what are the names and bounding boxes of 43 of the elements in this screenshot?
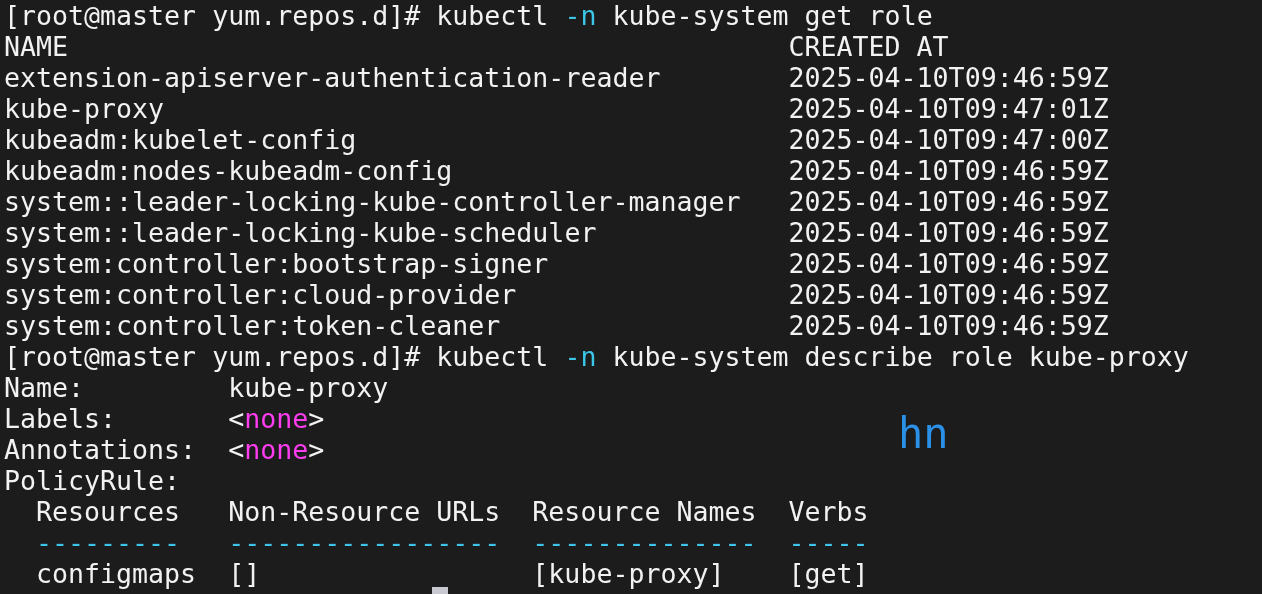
table-cell-text: system::leader-locking-kube-scheduler [4,217,598,248]
dash-rule: --------- [36,527,182,558]
dash-rule: ----------------- [228,527,502,558]
text-cursor [432,587,448,594]
field-label: PolicyRule: [4,465,182,496]
table-cell: 2025-04-10T09:46:59Z [788,186,1109,217]
column-header: Non-Resource URLs [228,496,502,527]
dash-rule: -------------- [532,527,758,558]
table-cell-text: [kube-proxy] [532,558,726,589]
overlay-text: hn [898,410,949,458]
table-cell: 2025-04-10T09:47:00Z [788,124,1109,155]
table-cell-text: kubeadm:nodes-kubeadm-config [4,155,454,186]
column-header: Verbs [788,496,869,527]
table-cell-text: configmaps [36,558,198,589]
column-header: CREATED AT [788,31,949,62]
column-header: Resources [36,496,182,527]
command-line: [root@master yum.repos.d]# kubectl -n kube-system get role [4,0,934,31]
field-label: Labels: [4,403,118,434]
table-cell-text: kube-proxy [4,93,166,124]
field-value: <none> [228,403,325,434]
column-header: Resource Names [532,496,758,527]
field-value: kube-proxy [228,372,389,403]
table-cell: 2025-04-10T09:47:01Z [788,93,1109,124]
table-cell: 2025-04-10T09:46:59Z [788,217,1109,248]
table-cell-text: system:controller:bootstrap-signer [4,248,550,279]
dash-rule: ----- [788,527,869,558]
table-cell: [get] [788,558,869,589]
table-cell-text: system:controller:cloud-provider [4,279,518,310]
column-header: NAME [4,31,70,62]
table-cell: 2025-04-10T09:46:59Z [788,62,1109,93]
field-label: Name: [4,372,86,403]
table-cell-text: [] [228,558,262,589]
table-cell: 2025-04-10T09:46:59Z [788,248,1109,279]
field-label: Annotations: [4,434,198,465]
table-cell-text: system::leader-locking-kube-controller-manager [4,186,742,217]
table-cell: 2025-04-10T09:46:59Z [788,279,1109,310]
table-cell: 2025-04-10T09:46:59Z [788,310,1109,341]
table-cell-text: system:controller:token-cleaner [4,310,502,341]
table-cell-text: kubeadm:kubelet-config [4,124,358,155]
command-line: [root@master yum.repos.d]# kubectl -n kube-system describe role kube-proxy [4,341,1190,372]
field-value: <none> [228,434,325,465]
table-cell-text: extension-apiserver-authentication-reader [4,62,662,93]
table-cell: 2025-04-10T09:46:59Z [788,155,1109,186]
